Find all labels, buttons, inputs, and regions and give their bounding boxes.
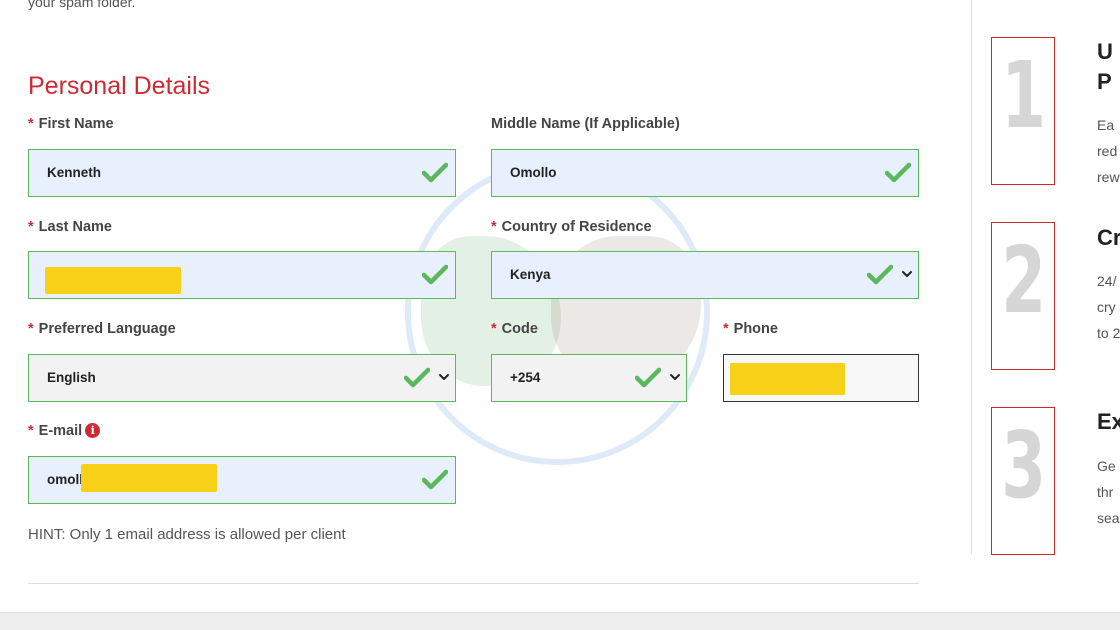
middle-name-value: Omollo	[510, 165, 557, 180]
redaction-overlay	[81, 464, 217, 492]
step-title: Cr	[1097, 225, 1120, 250]
code-label: * Code	[491, 321, 538, 337]
check-icon	[867, 264, 893, 285]
step-text: to 2	[1097, 325, 1120, 341]
country-label: * Country of Residence	[491, 219, 652, 235]
step-text: Ge	[1097, 458, 1116, 474]
step-text: 24/	[1097, 273, 1117, 289]
language-select[interactable]: English	[28, 354, 456, 402]
code-select[interactable]: +254	[491, 354, 687, 402]
required-marker: *	[28, 423, 34, 439]
check-icon	[635, 367, 661, 388]
info-icon[interactable]: i	[85, 423, 101, 438]
step-text: cry	[1097, 299, 1116, 315]
required-marker: *	[723, 321, 729, 337]
step-title: U	[1097, 39, 1113, 64]
email-hint: HINT: Only 1 email address is allowed pe…	[28, 526, 346, 543]
chevron-down-icon[interactable]	[901, 268, 913, 280]
required-marker: *	[28, 321, 34, 337]
step-text: thr	[1097, 484, 1114, 500]
step-title: Ex	[1097, 409, 1120, 434]
check-icon	[404, 367, 430, 388]
required-marker: *	[28, 219, 34, 235]
step-title: P	[1097, 69, 1112, 94]
phone-label: * Phone	[723, 321, 778, 337]
check-icon	[422, 264, 448, 285]
language-value: English	[47, 370, 96, 385]
top-note: your spam folder.	[28, 0, 136, 10]
check-icon	[422, 162, 448, 183]
last-name-label: * Last Name	[28, 219, 112, 235]
step-text: red	[1097, 143, 1118, 159]
required-marker: *	[491, 219, 497, 235]
last-name-field[interactable]	[28, 251, 456, 299]
email-field[interactable]: omoll	[28, 456, 456, 504]
step-number: 2	[1001, 227, 1047, 334]
check-icon	[422, 469, 448, 490]
required-marker: *	[28, 116, 34, 132]
email-value: omoll	[47, 472, 83, 487]
divider	[28, 583, 919, 584]
step-text: sea	[1097, 510, 1120, 526]
phone-input[interactable]	[723, 354, 919, 402]
code-value: +254	[510, 370, 541, 385]
sidebar-divider	[971, 0, 972, 554]
redaction-overlay	[45, 267, 181, 294]
step-number: 3	[1001, 412, 1047, 519]
footer-bar	[0, 612, 1120, 630]
country-select[interactable]: Kenya	[491, 251, 919, 299]
first-name-field[interactable]: Kenneth	[28, 149, 456, 197]
check-icon	[885, 162, 911, 183]
section-title: Personal Details	[28, 72, 211, 100]
language-label: * Preferred Language	[28, 321, 176, 337]
step-number: 1	[1001, 42, 1047, 149]
step-number-box: 2	[991, 222, 1055, 370]
watermark-logo	[405, 160, 710, 465]
redaction-overlay	[730, 363, 845, 395]
chevron-down-icon[interactable]	[669, 371, 681, 383]
middle-name-label: Middle Name (If Applicable)	[491, 116, 680, 132]
country-value: Kenya	[510, 267, 551, 282]
chevron-down-icon[interactable]	[438, 371, 450, 383]
step-number-box: 3	[991, 407, 1055, 555]
step-text: rew	[1097, 169, 1120, 185]
middle-name-field[interactable]: Omollo	[491, 149, 919, 197]
step-text: Ea	[1097, 117, 1115, 133]
first-name-label: * First Name	[28, 116, 114, 132]
first-name-value: Kenneth	[47, 165, 101, 180]
email-label: * E-mail i	[28, 423, 101, 439]
step-number-box: 1	[991, 37, 1055, 185]
required-marker: *	[491, 321, 497, 337]
